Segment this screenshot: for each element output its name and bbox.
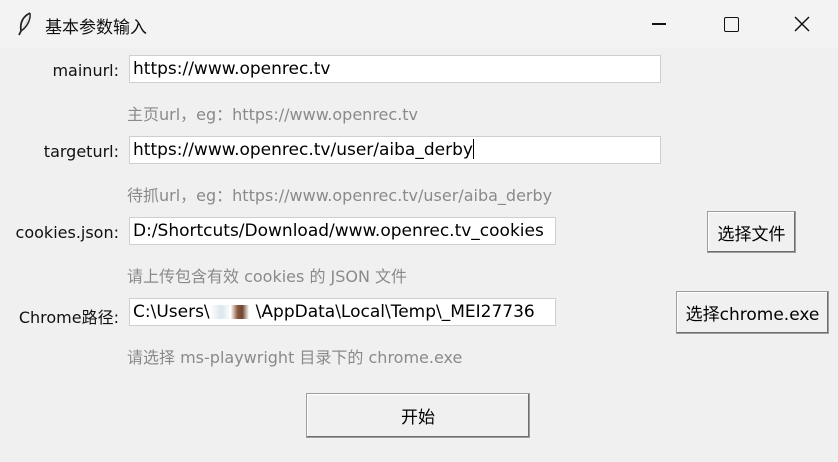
text-caret: [472, 139, 474, 159]
targeturl-label: targeturl:: [43, 142, 119, 161]
window-title: 基本参数输入: [45, 18, 147, 38]
chrome-path-label: Chrome路径:: [18, 308, 119, 327]
targeturl-hint: 待抓url，eg：https://www.openrec.tv/user/aib…: [127, 186, 553, 205]
close-icon: [794, 16, 810, 32]
minimize-button[interactable]: [625, 0, 693, 48]
close-button[interactable]: [768, 0, 836, 48]
title-bar: 基本参数输入: [0, 0, 838, 48]
chrome-path-prefix: C:\Users\: [133, 302, 210, 322]
maximize-icon: [723, 16, 739, 32]
chrome-path-input[interactable]: C:\Users\ \AppData\Local\Temp\_MEI27736: [129, 298, 556, 326]
cookies-hint: 请上传包含有效 cookies 的 JSON 文件: [127, 267, 408, 286]
maximize-button[interactable]: [697, 0, 765, 48]
feather-icon: [18, 12, 31, 36]
targeturl-input[interactable]: https://www.openrec.tv/user/aiba_derby: [129, 136, 661, 164]
choose-file-button[interactable]: 选择文件: [707, 211, 796, 253]
chrome-path-hint: 请选择 ms-playwright 目录下的 chrome.exe: [127, 348, 463, 367]
redacted-username: [209, 305, 256, 319]
mainurl-input[interactable]: https://www.openrec.tv: [129, 55, 661, 83]
targeturl-value: https://www.openrec.tv/user/aiba_derby: [133, 140, 473, 160]
chrome-path-suffix: \AppData\Local\Temp\_MEI27736: [255, 302, 535, 322]
mainurl-hint: 主页url，eg：https://www.openrec.tv: [127, 105, 419, 124]
start-button[interactable]: 开始: [306, 393, 530, 438]
choose-chrome-button[interactable]: 选择chrome.exe: [676, 291, 829, 334]
cookies-input[interactable]: D:/Shortcuts/Download/www.openrec.tv_coo…: [129, 217, 556, 245]
minimize-icon: [652, 23, 666, 25]
cookies-label: cookies.json:: [15, 223, 119, 242]
mainurl-label: mainurl:: [52, 61, 119, 80]
